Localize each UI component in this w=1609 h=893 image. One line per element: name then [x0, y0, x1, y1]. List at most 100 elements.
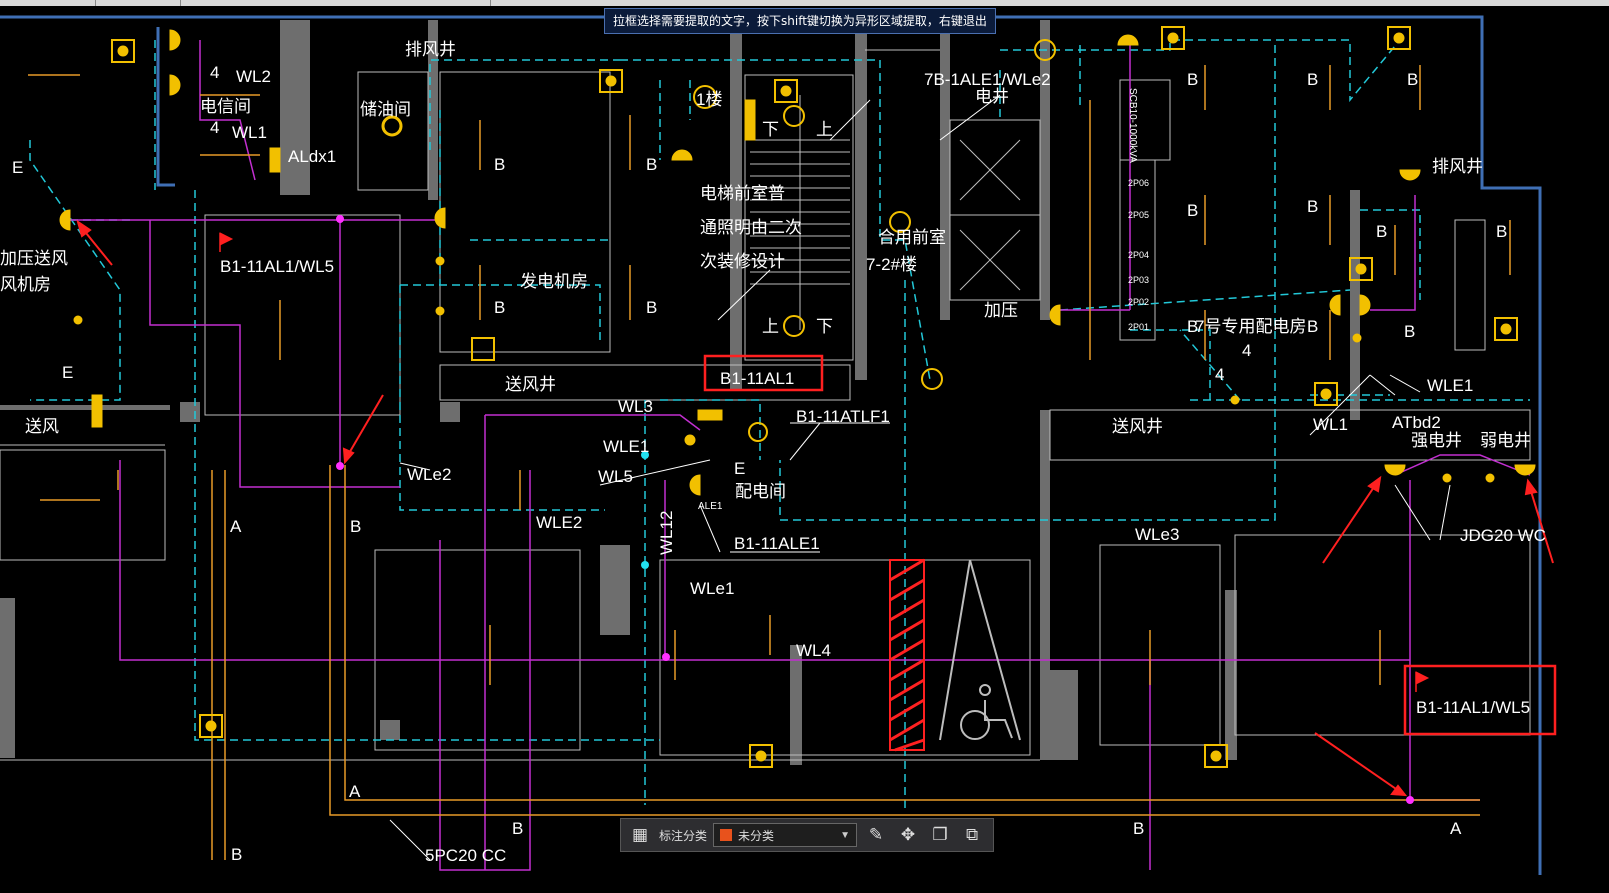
window-top-strip — [0, 0, 1609, 6]
label-peidianjian: 配电间 — [735, 482, 786, 501]
label-fadianjifang: 发电机房 — [520, 272, 588, 291]
cad-drawing-canvas[interactable]: WL2 WL1 4 4 ALdx1 电信间 储油间 排风井 E 加压送风 风机房… — [0, 0, 1609, 893]
label-atbd2: ATbd2 — [1392, 413, 1441, 432]
label-ruodianjing: 弱电井 — [1480, 431, 1531, 450]
label-b-bottom-left: B — [512, 819, 523, 838]
label-pipe: 5PC20 CC — [425, 846, 506, 865]
label-b-b: B — [646, 155, 657, 174]
label-jiaya-songfeng: 加压送风 — [0, 249, 68, 268]
category-select[interactable]: 未分类 ▼ — [713, 823, 858, 847]
hatched-column — [889, 558, 925, 752]
wheelchair-icon — [939, 559, 1021, 741]
category-swatch — [720, 829, 733, 841]
label-num4a: 4 — [210, 63, 219, 82]
label-shang-1: 上 — [816, 120, 833, 139]
label-zhuanyong-peidianfang: 7号专用配电房 — [1195, 317, 1306, 336]
label-note-line1: 电梯前室普 — [700, 184, 785, 203]
label-wle2-low: WLE2 — [536, 513, 582, 532]
label-note-line3: 次装修设计 — [700, 252, 785, 271]
label-yiji: 1楼 — [696, 90, 722, 109]
label-wle1-mid: WLE1 — [603, 437, 649, 456]
label-wle2-mid: WLe2 — [407, 465, 451, 484]
label-hehe-qianshi: 合用前室 — [878, 228, 946, 247]
label-shang-2: 上 — [762, 317, 779, 336]
label-b-left-low: B — [231, 845, 242, 864]
building-boundary — [0, 15, 1542, 875]
label-a-left: A — [230, 517, 242, 536]
label-b-r10: B — [1404, 322, 1415, 341]
red-flags — [219, 232, 1430, 692]
label-breaker-2: 2P05 — [1128, 210, 1149, 220]
label-paifengjing: 排风井 — [405, 40, 456, 59]
label-b1-11al1: B1-11AL1 — [720, 369, 794, 388]
label-e-left2: E — [62, 363, 73, 382]
label-ale1: ALE1 — [698, 501, 723, 512]
label-a-bottom-right: A — [1450, 819, 1462, 838]
label-note-line2: 通照明由二次 — [700, 218, 802, 237]
room-outlines — [0, 49, 1531, 761]
grid-icon[interactable]: ▦ — [627, 822, 653, 848]
label-wl1-top: WL1 — [232, 123, 267, 142]
chevron-down-icon: ▼ — [840, 829, 851, 841]
label-chuyoujian: 储油间 — [360, 100, 411, 119]
walls — [0, 20, 1360, 765]
label-jdg20: JDG20 WC — [1460, 526, 1546, 545]
label-wl2: WL2 — [236, 67, 271, 86]
label-b-c: B — [494, 298, 505, 317]
label-breaker-4: 2P03 — [1128, 275, 1149, 285]
stair-treads — [750, 95, 1021, 330]
label-b-r1: B — [1187, 70, 1198, 89]
label-num4d: 4 — [1215, 365, 1224, 384]
top-separator — [180, 0, 181, 6]
label-b1-11atlf1: B1-11ATLF1 — [796, 407, 890, 426]
label-breaker-3: 2P04 — [1128, 250, 1149, 260]
label-b-r2: B — [1307, 70, 1318, 89]
label-aldx1: ALdx1 — [288, 147, 336, 166]
label-fengjifang: 风机房 — [0, 275, 51, 294]
label-breaker-1: 2P06 — [1128, 178, 1149, 188]
label-xia-1: 下 — [762, 120, 779, 139]
label-jiaya: 加压 — [984, 301, 1018, 320]
label-b-r9: B — [1307, 317, 1318, 336]
edit-icon[interactable]: ✎ — [863, 822, 889, 848]
label-wle1-right: WLE1 — [1427, 376, 1473, 395]
label-num4b: 4 — [210, 118, 219, 137]
label-diantijing: 电井 — [975, 87, 1009, 106]
top-separator — [95, 0, 96, 6]
floor-plan-svg[interactable]: WL2 WL1 4 4 ALdx1 电信间 储油间 排风井 E 加压送风 风机房… — [0, 0, 1609, 893]
label-num4c: 4 — [1242, 341, 1251, 360]
extraction-tooltip: 拉框选择需要提取的文字，按下shift键切换为异形区域提取，右键退出 — [604, 8, 996, 34]
label-songfengjing-mid: 送风井 — [505, 375, 556, 394]
label-wle3: WLe3 — [1135, 525, 1179, 544]
label-xia-2: 下 — [816, 317, 833, 336]
label-b-bottom-mid: B — [1133, 819, 1144, 838]
label-b-r3: B — [1407, 70, 1418, 89]
paste-icon[interactable]: ⧉ — [959, 822, 985, 848]
label-b1-11ale1: B1-11ALE1 — [734, 534, 820, 553]
label-b-d: B — [646, 298, 657, 317]
label-wl12: WL12 — [657, 511, 676, 555]
label-wl1-right: WL1 — [1313, 415, 1348, 434]
top-separator — [490, 0, 491, 6]
copy-icon[interactable]: ❐ — [927, 822, 953, 848]
move-icon[interactable]: ✥ — [895, 822, 921, 848]
leader-lines — [389, 94, 1451, 861]
label-dianxinjian: 电信间 — [200, 97, 251, 116]
label-b-r8: B — [1187, 317, 1198, 336]
label-wle1-low: WLe1 — [690, 579, 734, 598]
label-b-r5: B — [1307, 197, 1318, 216]
label-wl4: WL4 — [796, 641, 831, 660]
annotation-toolbar: ▦ 标注分类 未分类 ▼ ✎ ✥ ❐ ⧉ — [620, 818, 994, 852]
label-a-left-low: A — [349, 782, 361, 801]
label-floor72: 7-2#楼 — [866, 255, 917, 274]
label-e-left: E — [12, 158, 23, 177]
label-b-r7: B — [1496, 222, 1507, 241]
label-wl5-mid: WL5 — [598, 467, 633, 486]
label-b1-11al1-wl5-right: B1-11AL1/WL5 — [1416, 698, 1530, 717]
label-paifengjing-right: 排风井 — [1432, 157, 1483, 176]
label-b1-11al1-wl5-left: B1-11AL1/WL5 — [220, 257, 334, 276]
label-b-a: B — [494, 155, 505, 174]
label-b-r6: B — [1376, 222, 1387, 241]
label-b-r4: B — [1187, 201, 1198, 220]
label-wl3: WL3 — [618, 397, 653, 416]
